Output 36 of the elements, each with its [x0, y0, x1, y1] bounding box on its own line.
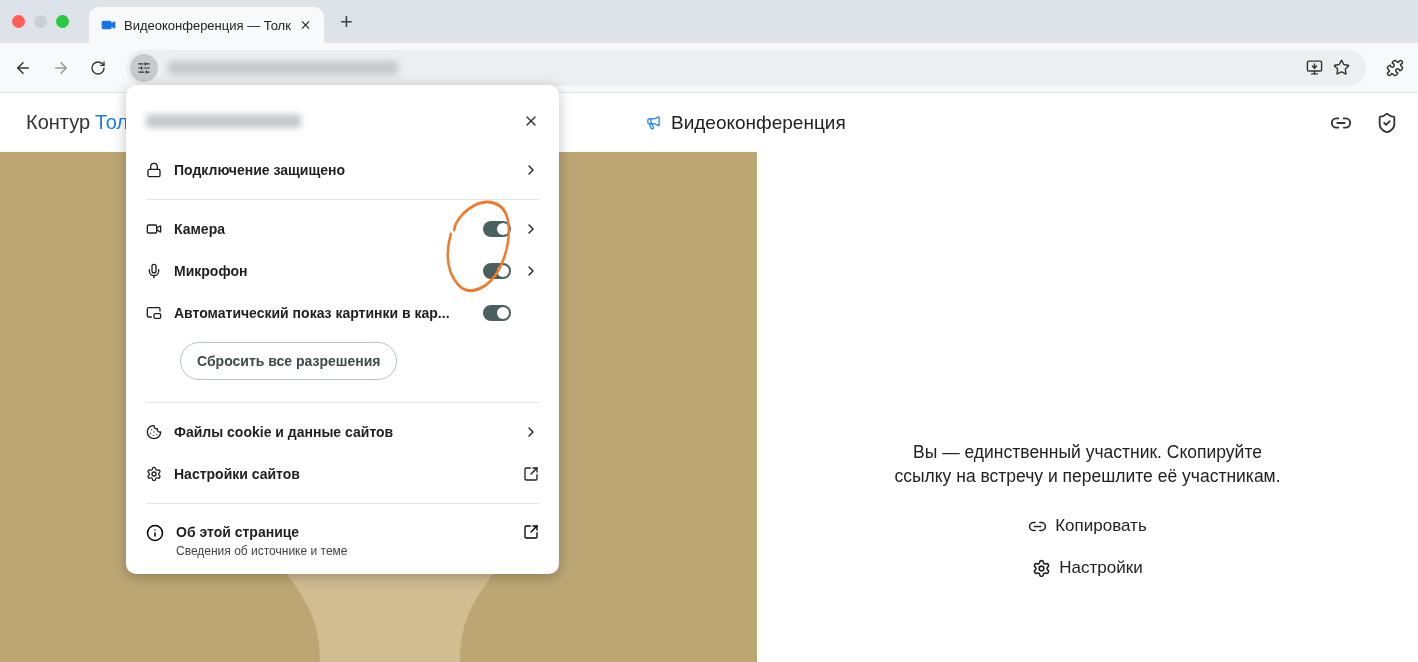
reset-permissions-button[interactable]: Сбросить все разрешения: [180, 342, 398, 380]
extensions-icon[interactable]: [1386, 58, 1404, 77]
page-title: Видеоконференция: [671, 111, 846, 134]
toggle-switch[interactable]: [483, 305, 511, 321]
megaphone-icon: [646, 115, 661, 130]
cookies-item[interactable]: Файлы cookie и данные сайтов: [146, 411, 539, 453]
copy-link-button[interactable]: Копировать: [1024, 512, 1151, 540]
site-settings-item[interactable]: Настройки сайтов: [146, 453, 539, 495]
settings-icon: [1032, 558, 1052, 578]
external-link-icon: [523, 524, 539, 540]
picture-in-picture-icon: [146, 305, 162, 321]
permission-label: Камера: [174, 221, 226, 237]
external-link-icon: [523, 466, 539, 482]
sliders-icon: [137, 60, 151, 75]
install-icon[interactable]: [1306, 59, 1323, 76]
logo-text: Контур: [26, 111, 91, 134]
info-message: Вы — единственный участник. Скопируйте ссылку на встречу и перешлите её участникам.: [893, 441, 1282, 488]
settings-button[interactable]: Настройки: [1028, 554, 1147, 582]
new-tab-button[interactable]: +: [332, 8, 361, 35]
shield-check-icon[interactable]: [1376, 111, 1398, 134]
star-icon[interactable]: [1333, 59, 1350, 76]
microphone-icon: [146, 263, 162, 279]
about-title: Об этой странице: [176, 524, 301, 540]
reload-icon[interactable]: [90, 59, 106, 76]
browser-tab[interactable]: Видеоконференция — Толк: [89, 7, 324, 43]
site-info-button[interactable]: [130, 53, 158, 82]
cookie-icon: [146, 424, 162, 440]
info-icon: [146, 524, 164, 542]
lock-icon: [146, 162, 162, 178]
camera-icon: [146, 221, 162, 237]
settings-icon: [146, 466, 162, 482]
connection-item[interactable]: Подключение защищено: [146, 149, 539, 191]
permission-label: Автоматический показ картинки в кар...: [174, 305, 451, 321]
about-page-item[interactable]: Об этой странице Сведения об источнике и теме: [146, 512, 539, 558]
about-subtitle: Сведения об источнике и теме: [176, 544, 349, 558]
permission-label: Микрофон: [174, 263, 249, 279]
